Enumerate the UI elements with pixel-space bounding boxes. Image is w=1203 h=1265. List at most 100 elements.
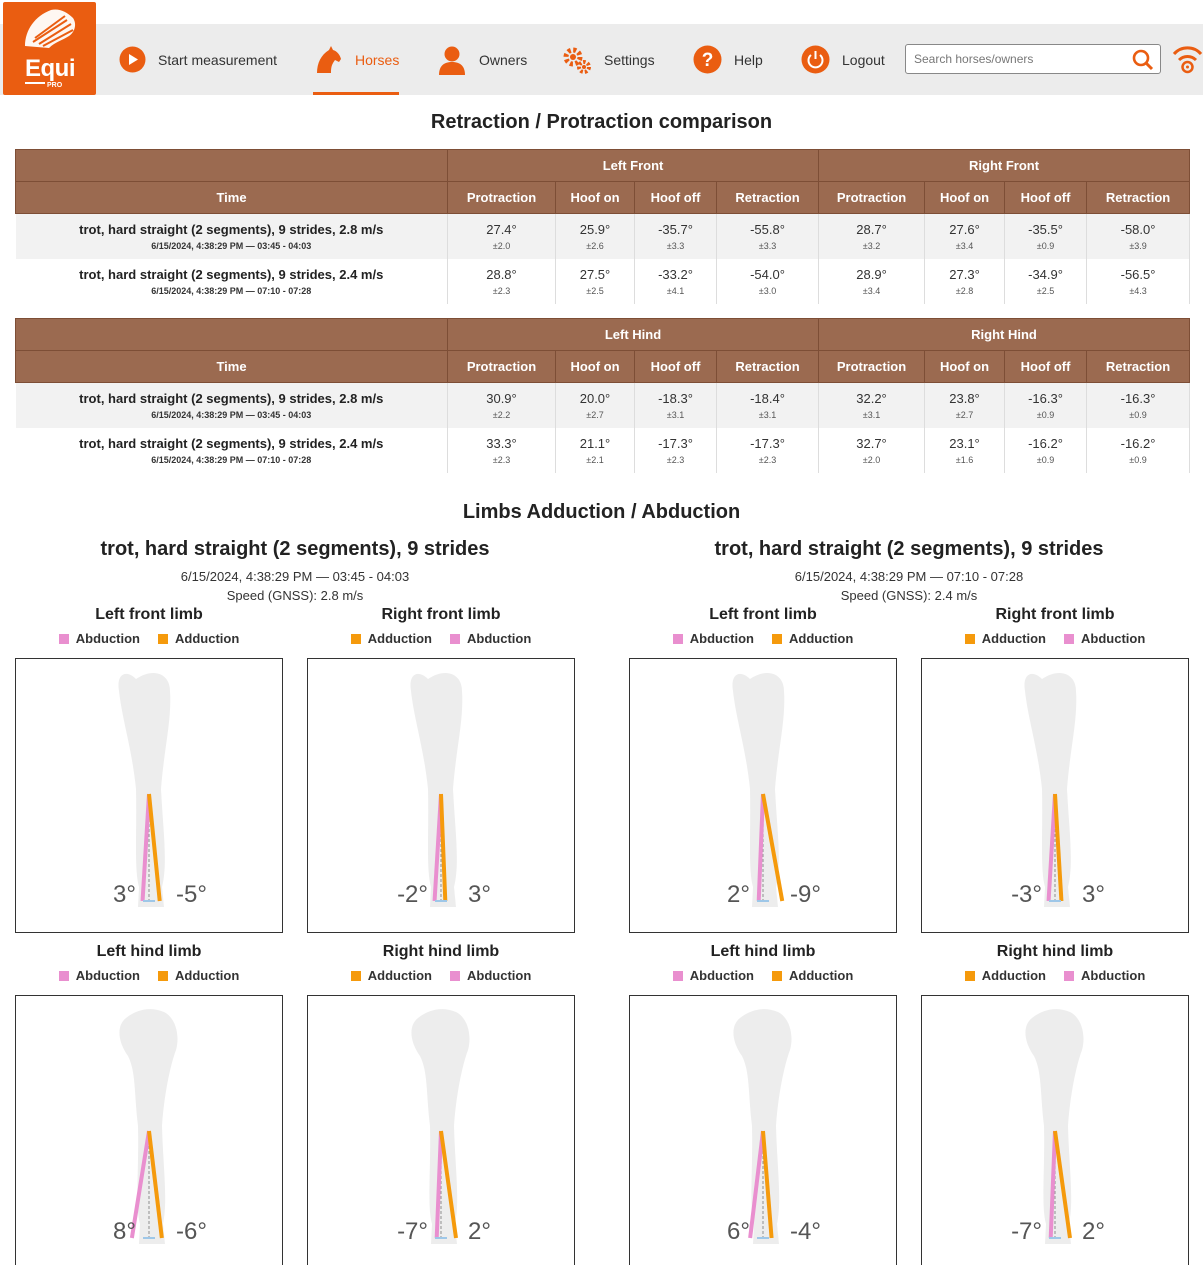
angle-value: 28.7° (856, 221, 887, 237)
nav-start-measurement[interactable]: Start measurement (119, 24, 277, 95)
angle-stddev: ±2.3 (666, 454, 685, 465)
angle-cell: -54.0° ±3.0 (716, 258, 820, 304)
angle-value: -55.8° (750, 221, 785, 237)
angle-stddev: ±3.9 (1129, 240, 1147, 251)
limb-legend: Adduction Abduction (307, 629, 575, 647)
legend-item[interactable]: Abduction (450, 631, 531, 646)
legend-item[interactable]: Adduction (158, 631, 239, 646)
legend-item[interactable]: Adduction (964, 968, 1046, 983)
legend-swatch (350, 971, 361, 982)
legend-item[interactable]: Adduction (772, 631, 853, 646)
wifi-signal-icon[interactable] (1172, 44, 1203, 79)
angle-value: -18.4° (750, 390, 785, 406)
limb-diagram: 8° -6° (15, 995, 283, 1265)
legend-item[interactable]: Adduction (350, 631, 432, 646)
legend-label: Adduction (981, 630, 1046, 646)
search-input[interactable] (914, 51, 1124, 67)
angle-cell: -16.2° ±0.9 (1086, 427, 1191, 473)
time-cell: trot, hard straight (2 segments), 9 stri… (15, 382, 448, 428)
nav-logout[interactable]: Logout (801, 24, 885, 95)
power-icon (801, 45, 830, 74)
angle-label-right: 3° (1082, 881, 1105, 908)
angle-label-left: -7° (397, 1218, 428, 1245)
limb-panel: Right hind limb Adduction Abduction -7° 2° (307, 943, 575, 1265)
legend-item[interactable]: Abduction (58, 631, 140, 646)
play-circle-icon (119, 46, 146, 73)
legend-swatch (158, 634, 168, 645)
table-row: trot, hard straight (2 segments), 9 stri… (15, 427, 1191, 473)
legend-item[interactable]: Abduction (450, 968, 531, 983)
angle-value: 20.0° (579, 390, 611, 406)
legend-item[interactable]: Abduction (672, 968, 754, 983)
logo-sub: PRO (47, 82, 63, 89)
nav-horses[interactable]: Horses (313, 24, 399, 95)
legend-label: Abduction (689, 630, 754, 646)
equi-pro-logo[interactable]: Equi PRO (3, 2, 96, 95)
legend-label: Adduction (175, 630, 240, 646)
legend-item[interactable]: Abduction (58, 968, 140, 983)
limb-panel: Right front limb Adduction Abduction -3° 3° (921, 606, 1189, 933)
column-header: Protraction (447, 181, 556, 214)
legend-label: Abduction (1081, 967, 1146, 983)
nav-settings[interactable]: Settings (562, 24, 655, 95)
angle-value: 27.4° (486, 221, 517, 237)
angle-stddev: ±2.5 (1036, 285, 1055, 296)
column-header-time: Time (15, 181, 448, 214)
angle-value: -58.0° (1120, 221, 1156, 237)
nav-label: Logout (842, 51, 885, 68)
angle-value: -17.3° (658, 435, 693, 451)
legend-label: Abduction (467, 967, 532, 983)
search-icon[interactable] (1132, 49, 1154, 76)
nav-label: Start measurement (158, 51, 278, 68)
session-label: trot, hard straight (2 segments), 9 stri… (79, 221, 384, 237)
angle-cell: -34.9° ±2.5 (1004, 258, 1088, 304)
column-header: Retraction (715, 350, 820, 383)
limb-legend: Adduction Abduction (921, 966, 1189, 984)
horse-head-icon (313, 45, 343, 75)
angle-stddev: ±0.9 (1036, 454, 1055, 465)
angle-cell: 32.7° ±2.0 (818, 427, 926, 473)
legend-swatch (450, 634, 460, 645)
nav-label: Help (734, 51, 763, 68)
column-header-time: Time (15, 350, 448, 383)
angle-label-right: 2° (1082, 1218, 1105, 1245)
legend-swatch (158, 971, 168, 982)
legend-item[interactable]: Abduction (1064, 968, 1145, 983)
limb-title: Left front limb (95, 606, 203, 623)
angle-value: -35.5° (1028, 221, 1063, 237)
column-header: Protraction (818, 181, 926, 214)
legend-item[interactable]: Abduction (1064, 631, 1145, 646)
column-header: Hoof on (555, 350, 635, 383)
limb-legend: Adduction Abduction (921, 629, 1189, 647)
angle-stddev: ±2.3 (492, 285, 511, 296)
session-label: trot, hard straight (2 segments), 9 stri… (79, 390, 384, 406)
legend-item[interactable]: Adduction (350, 968, 432, 983)
legend-item[interactable]: Adduction (964, 630, 1046, 646)
angle-cell: -16.3° ±0.9 (1004, 382, 1088, 428)
measurement-header: trot, hard straight (2 segments), 9 stri… (15, 538, 575, 603)
angle-label-left: -3° (1011, 881, 1042, 908)
angle-cell: 27.4° ±2.0 (447, 213, 556, 259)
limb-title: Right front limb (381, 606, 501, 623)
legend-swatch (450, 971, 460, 982)
limb-diagram: 6° -4° (629, 995, 897, 1265)
search-box[interactable] (905, 44, 1161, 74)
limb-diagram: -7° 2° (921, 995, 1189, 1265)
angle-cell: -35.7° ±3.3 (634, 213, 717, 259)
legend-item[interactable]: Adduction (772, 968, 853, 983)
nav-active-indicator (313, 92, 399, 95)
limb-diagram: 2° -9° (629, 658, 897, 933)
angle-stddev: ±0.9 (1129, 454, 1147, 465)
angle-cell: -35.5° ±0.9 (1004, 213, 1088, 259)
nav-owners[interactable]: Owners (437, 24, 527, 95)
angle-cell: -17.3° ±2.3 (716, 427, 820, 473)
nav-help[interactable]: ? Help (693, 24, 763, 95)
legend-item[interactable]: Abduction (672, 630, 754, 646)
group-header: Left Front (446, 149, 820, 182)
angle-cell: 28.7° ±3.2 (818, 213, 926, 259)
angle-stddev: ±3.3 (666, 240, 685, 251)
legend-item[interactable]: Adduction (158, 968, 239, 983)
angle-stddev: ±3.4 (862, 285, 881, 296)
measurement-date: 6/15/2024, 4:38:29 PM — 07:10 - 07:28 (794, 569, 1024, 584)
user-icon (437, 45, 467, 75)
